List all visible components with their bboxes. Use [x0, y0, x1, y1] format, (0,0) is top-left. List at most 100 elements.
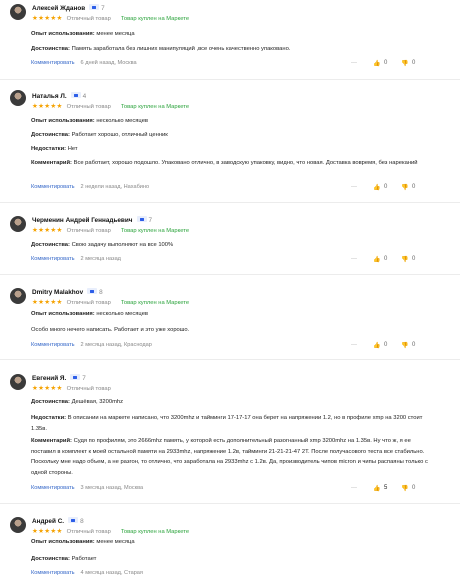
like-icon[interactable]: 👍 — [373, 184, 380, 191]
grade-label: Отличный товар — [66, 529, 111, 535]
like-count: 0 — [384, 342, 388, 348]
grade-label: Отличный товар — [66, 16, 111, 22]
more-options-icon[interactable]: ··· — [351, 60, 357, 66]
rating-stars: ★★★★★ Отличный товар Товар куплен на Марке… — [32, 299, 190, 306]
review-card: Евгений Я. 7 ★★★★★ Отличный товар Достоинс… — [0, 374, 460, 496]
author-review-count: 4 — [82, 93, 87, 100]
author-name[interactable]: Dmitry Malakhov 8 — [32, 288, 103, 296]
review-header: Евгений Я. 7 ★★★★★ Отличный товар — [10, 374, 450, 394]
review-actions: ··· 👍 0 👎 0 — [351, 60, 431, 70]
review-text: Особо много нечего написать. Работает и … — [31, 327, 190, 333]
rating-stars: ★★★★★ Отличный товар — [32, 385, 111, 392]
review-meta: 2 месяца назад — [80, 256, 121, 262]
like-count: 5 — [384, 485, 388, 491]
author-name[interactable]: Андрей С. 8 — [32, 517, 84, 525]
review-field: Опыт использования: несколько месяцев — [31, 118, 148, 124]
grade-label: Отличный товар — [66, 300, 111, 306]
author-review-count: 8 — [80, 518, 84, 525]
more-options-icon[interactable]: ··· — [351, 184, 357, 190]
avatar[interactable] — [10, 517, 26, 533]
review-card: Черменин Андрей Геннадьевич 7 ★★★★★ Отличн… — [0, 216, 460, 266]
dislike-count: 0 — [412, 60, 416, 66]
more-options-icon[interactable]: ··· — [351, 485, 357, 491]
avatar[interactable] — [10, 4, 26, 20]
divider — [0, 79, 460, 80]
like-icon[interactable]: 👍 — [373, 256, 380, 263]
review-field: Достоинства: Работает хорошо, отличный ц… — [31, 132, 168, 138]
more-options-icon[interactable]: ··· — [351, 256, 357, 262]
review-header: Dmitry Malakhov 8 ★★★★★ Отличный товар Това… — [10, 288, 450, 308]
review-meta: 6 дней назад, Москва — [80, 60, 137, 66]
bought-on-market-label: Товар куплен на Маркете — [120, 228, 190, 234]
avatar[interactable] — [10, 216, 26, 232]
like-count: 0 — [384, 60, 388, 66]
review-field: Недостатки: В описании на маркете написа… — [31, 415, 423, 432]
review-footer: Комментировать 2 месяца назад ··· 👍 0 👎 0 — [31, 256, 431, 266]
review-field: Опыт использования: менее месяца — [31, 31, 135, 37]
review-field: Комментарий: Судя по профилям, это 2666m… — [31, 438, 428, 476]
review-actions: ··· 👍 0 👎 0 — [351, 256, 431, 266]
comment-link[interactable]: Комментировать — [31, 570, 75, 576]
divider — [0, 202, 460, 203]
comment-link[interactable]: Комментировать — [31, 60, 75, 66]
review-field: Достоинства: Работает — [31, 556, 97, 562]
review-actions: ··· 👍 0 👎 0 — [351, 184, 431, 194]
like-count: 0 — [384, 256, 388, 262]
grade-label: Отличный товар — [66, 386, 111, 392]
review-header: Алексей Жданов 7 ★★★★★ Отличный товар Товар… — [10, 4, 450, 24]
dislike-count: 0 — [412, 342, 416, 348]
review-card: Алексей Жданов 7 ★★★★★ Отличный товар Товар… — [0, 4, 460, 70]
review-footer: Комментировать 3 месяца назад, Москва ···… — [31, 485, 431, 495]
review-footer: Комментировать 6 дней назад, Москва ··· 👍… — [31, 60, 431, 70]
avatar[interactable] — [10, 288, 26, 304]
bought-on-market-label: Товар куплен на Маркете — [120, 300, 190, 306]
dislike-icon[interactable]: 👎 — [401, 256, 408, 263]
like-icon[interactable]: 👍 — [373, 60, 380, 67]
author-review-count: 7 — [148, 217, 153, 224]
rating-stars: ★★★★★ Отличный товар Товар куплен на Марке… — [32, 528, 190, 535]
plus-badge-icon — [87, 288, 98, 295]
rating-stars: ★★★★★ Отличный товар Товар куплен на Марке… — [32, 15, 190, 22]
dislike-icon[interactable]: 👎 — [401, 342, 408, 349]
comment-link[interactable]: Комментировать — [31, 485, 75, 491]
review-actions: ··· 👍 0 👎 0 — [351, 342, 431, 352]
comment-link[interactable]: Комментировать — [31, 184, 75, 190]
review-actions: ··· 👍 5 👎 0 — [351, 485, 431, 495]
dislike-count: 0 — [412, 184, 416, 190]
divider — [0, 503, 460, 504]
review-field: Достоинства: Дешёвая, 3200mhz — [31, 399, 124, 405]
like-icon[interactable]: 👍 — [373, 485, 380, 492]
rating-stars: ★★★★★ Отличный товар Товар куплен на Марке… — [32, 227, 190, 234]
author-name[interactable]: Черменин Андрей Геннадьевич 7 — [32, 216, 153, 224]
review-card: Наталья Л. 4 ★★★★★ Отличный товар Товар куп… — [0, 90, 460, 195]
review-meta: 2 месяца назад, Краснодар — [80, 342, 152, 348]
plus-badge-icon — [70, 92, 81, 99]
review-field: Достоинства: Память заработала без лишни… — [31, 46, 291, 52]
plus-badge-icon — [70, 374, 81, 381]
review-meta: 4 месяца назад, Старая — [80, 570, 143, 576]
dislike-count: 0 — [412, 256, 416, 262]
author-name[interactable]: Алексей Жданов 7 — [32, 4, 105, 12]
review-field: Опыт использования: несколько месяцев — [31, 311, 148, 317]
more-options-icon[interactable]: ··· — [351, 342, 357, 348]
review-footer: Комментировать 4 месяца назад, Старая — [31, 570, 431, 577]
bought-on-market-label: Товар куплен на Маркете — [120, 16, 190, 22]
review-field: Опыт использования: менее месяца — [31, 539, 135, 545]
comment-link[interactable]: Комментировать — [31, 342, 75, 348]
avatar[interactable] — [10, 90, 26, 106]
comment-link[interactable]: Комментировать — [31, 256, 75, 262]
dislike-count: 0 — [412, 485, 416, 491]
avatar[interactable] — [10, 374, 26, 390]
grade-label: Отличный товар — [66, 104, 111, 110]
like-count: 0 — [384, 184, 388, 190]
author-review-count: 8 — [99, 289, 103, 296]
author-name[interactable]: Евгений Я. 7 — [32, 374, 86, 382]
dislike-icon[interactable]: 👎 — [401, 485, 408, 492]
like-icon[interactable]: 👍 — [373, 342, 380, 349]
dislike-icon[interactable]: 👎 — [401, 60, 408, 67]
review-header: Черменин Андрей Геннадьевич 7 ★★★★★ Отличн… — [10, 216, 450, 236]
grade-label: Отличный товар — [66, 228, 111, 234]
dislike-icon[interactable]: 👎 — [401, 184, 408, 191]
review-footer: Комментировать 2 месяца назад, Краснодар … — [31, 342, 431, 352]
author-name[interactable]: Наталья Л. 4 — [32, 92, 87, 100]
